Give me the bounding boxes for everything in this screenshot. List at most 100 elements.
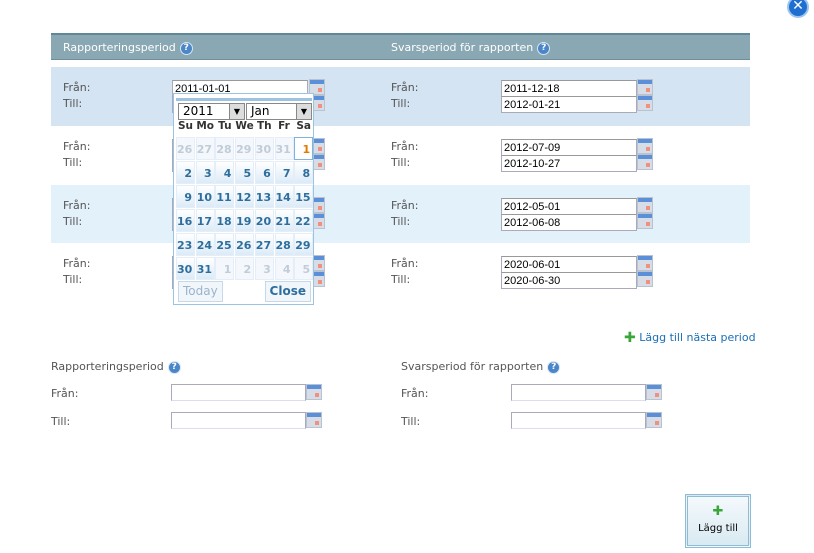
new-response-period-label: Svarsperiod för rapporten? — [401, 360, 561, 374]
year-select[interactable]: 2011 ▼ — [178, 103, 245, 120]
day-cell[interactable]: 31 — [195, 257, 215, 280]
help-icon[interactable]: ? — [537, 41, 551, 55]
close-button[interactable]: Close — [264, 281, 311, 302]
calendar-icon[interactable] — [637, 138, 653, 154]
day-cell[interactable]: 17 — [195, 209, 215, 232]
day-cell[interactable]: 1 — [215, 257, 235, 280]
day-cell[interactable]: 1 — [294, 137, 314, 160]
heading-text: Svarsperiod för rapporten — [391, 41, 534, 54]
calendar-icon[interactable] — [646, 412, 662, 428]
add-next-period-link[interactable]: ✚ Lägg till nästa period — [624, 331, 756, 345]
to-label: Till: — [391, 97, 411, 110]
day-cell[interactable]: 6 — [254, 161, 274, 184]
calendar-icon[interactable] — [306, 384, 322, 400]
day-cell[interactable]: 3 — [254, 257, 274, 280]
day-cell[interactable]: 15 — [294, 185, 314, 208]
table-header: Rapporteringsperiod? Svarsperiod för rap… — [51, 33, 750, 60]
response-to-input[interactable]: 2012-01-21 — [501, 96, 637, 113]
month-value: Jan — [251, 104, 270, 118]
calendar-icon[interactable] — [306, 412, 322, 428]
datepicker: 2011 ▼ Jan ▼ Su Mo Tu We Th Fr Sa 26 27 28 29 30 31 1 2 3… — [173, 93, 314, 305]
new-report-from-input[interactable] — [171, 384, 306, 401]
day-cell[interactable]: 2 — [235, 257, 255, 280]
day-cell[interactable]: 29 — [235, 137, 255, 160]
response-from-input[interactable]: 2011-12-18 — [501, 80, 637, 97]
day-cell[interactable]: 5 — [294, 257, 314, 280]
calendar-icon[interactable] — [637, 79, 653, 95]
calendar-icon[interactable] — [637, 197, 653, 213]
calendar-icon[interactable] — [637, 255, 653, 271]
day-cell[interactable]: 12 — [235, 185, 255, 208]
day-cell[interactable]: 16 — [176, 209, 195, 232]
day-cell[interactable]: 7 — [274, 161, 294, 184]
to-label: Till: — [63, 97, 83, 110]
heading-text: Rapporteringsperiod — [63, 41, 176, 54]
plus-icon: ✚ — [712, 504, 724, 519]
calendar-icon[interactable] — [637, 95, 653, 111]
new-report-to-input[interactable] — [171, 412, 306, 429]
day-cell[interactable]: 23 — [176, 233, 195, 256]
day-cell[interactable]: 29 — [294, 233, 314, 256]
day-cell[interactable]: 31 — [274, 137, 294, 160]
day-cell[interactable]: 24 — [195, 233, 215, 256]
day-cell[interactable]: 21 — [274, 209, 294, 232]
day-cell[interactable]: 2 — [176, 161, 195, 184]
close-icon[interactable]: ✕ — [787, 0, 809, 18]
response-to-input[interactable]: 2012-10-27 — [501, 155, 637, 172]
from-label: Från: — [391, 257, 419, 270]
day-cell[interactable]: 28 — [215, 137, 235, 160]
day-cell[interactable]: 10 — [195, 185, 215, 208]
add-button[interactable]: ✚ Lägg till — [685, 494, 751, 548]
calendar-icon[interactable] — [646, 384, 662, 400]
day-cell[interactable]: 25 — [215, 233, 235, 256]
day-cell[interactable]: 4 — [215, 161, 235, 184]
new-response-from-input[interactable] — [511, 384, 646, 401]
day-cell[interactable]: 22 — [294, 209, 314, 232]
response-period-heading: Svarsperiod för rapporten? — [391, 41, 551, 55]
day-cell[interactable]: 11 — [215, 185, 235, 208]
day-cell[interactable]: 13 — [254, 185, 274, 208]
day-cell[interactable]: 4 — [274, 257, 294, 280]
calendar-icon[interactable] — [637, 154, 653, 170]
month-select[interactable]: Jan ▼ — [246, 103, 312, 120]
day-cell[interactable]: 19 — [235, 209, 255, 232]
day-cell[interactable]: 5 — [235, 161, 255, 184]
new-response-to-input[interactable] — [511, 412, 646, 429]
day-cell[interactable]: 30 — [176, 257, 195, 280]
from-label: Från: — [391, 81, 419, 94]
response-from-input[interactable]: 2012-07-09 — [501, 139, 637, 156]
day-cell[interactable]: 27 — [254, 233, 274, 256]
day-cell[interactable]: 3 — [195, 161, 215, 184]
day-cell[interactable]: 9 — [176, 185, 195, 208]
from-label: Från: — [63, 257, 91, 270]
response-to-input[interactable]: 2020-06-30 — [501, 272, 637, 289]
response-from-input[interactable]: 2020-06-01 — [501, 256, 637, 273]
response-from-input[interactable]: 2012-05-01 — [501, 198, 637, 215]
from-label: Från: — [63, 199, 91, 212]
to-label: Till: — [51, 415, 71, 428]
weekday-header: Fr — [278, 120, 290, 132]
to-label: Till: — [63, 215, 83, 228]
day-cell[interactable]: 30 — [254, 137, 274, 160]
response-to-input[interactable]: 2012-06-08 — [501, 214, 637, 231]
to-label: Till: — [391, 273, 411, 286]
day-cell[interactable]: 18 — [215, 209, 235, 232]
day-cell[interactable]: 20 — [254, 209, 274, 232]
day-cell[interactable]: 26 — [235, 233, 255, 256]
today-button[interactable]: Today — [178, 281, 223, 302]
to-label: Till: — [391, 156, 411, 169]
calendar-icon[interactable] — [637, 271, 653, 287]
help-icon[interactable]: ? — [179, 41, 193, 55]
day-cell[interactable]: 14 — [274, 185, 294, 208]
help-icon[interactable]: ? — [167, 360, 181, 374]
day-cell[interactable]: 8 — [294, 161, 314, 184]
add-button-label: Lägg till — [698, 523, 738, 534]
day-cell[interactable]: 27 — [195, 137, 215, 160]
day-cell[interactable]: 28 — [274, 233, 294, 256]
day-cell[interactable]: 26 — [176, 137, 195, 160]
chevron-down-icon: ▼ — [229, 104, 244, 119]
weekday-header: Su — [177, 120, 194, 132]
calendar-icon[interactable] — [637, 213, 653, 229]
weekday-header: Tu — [218, 120, 232, 132]
help-icon[interactable]: ? — [547, 360, 561, 374]
